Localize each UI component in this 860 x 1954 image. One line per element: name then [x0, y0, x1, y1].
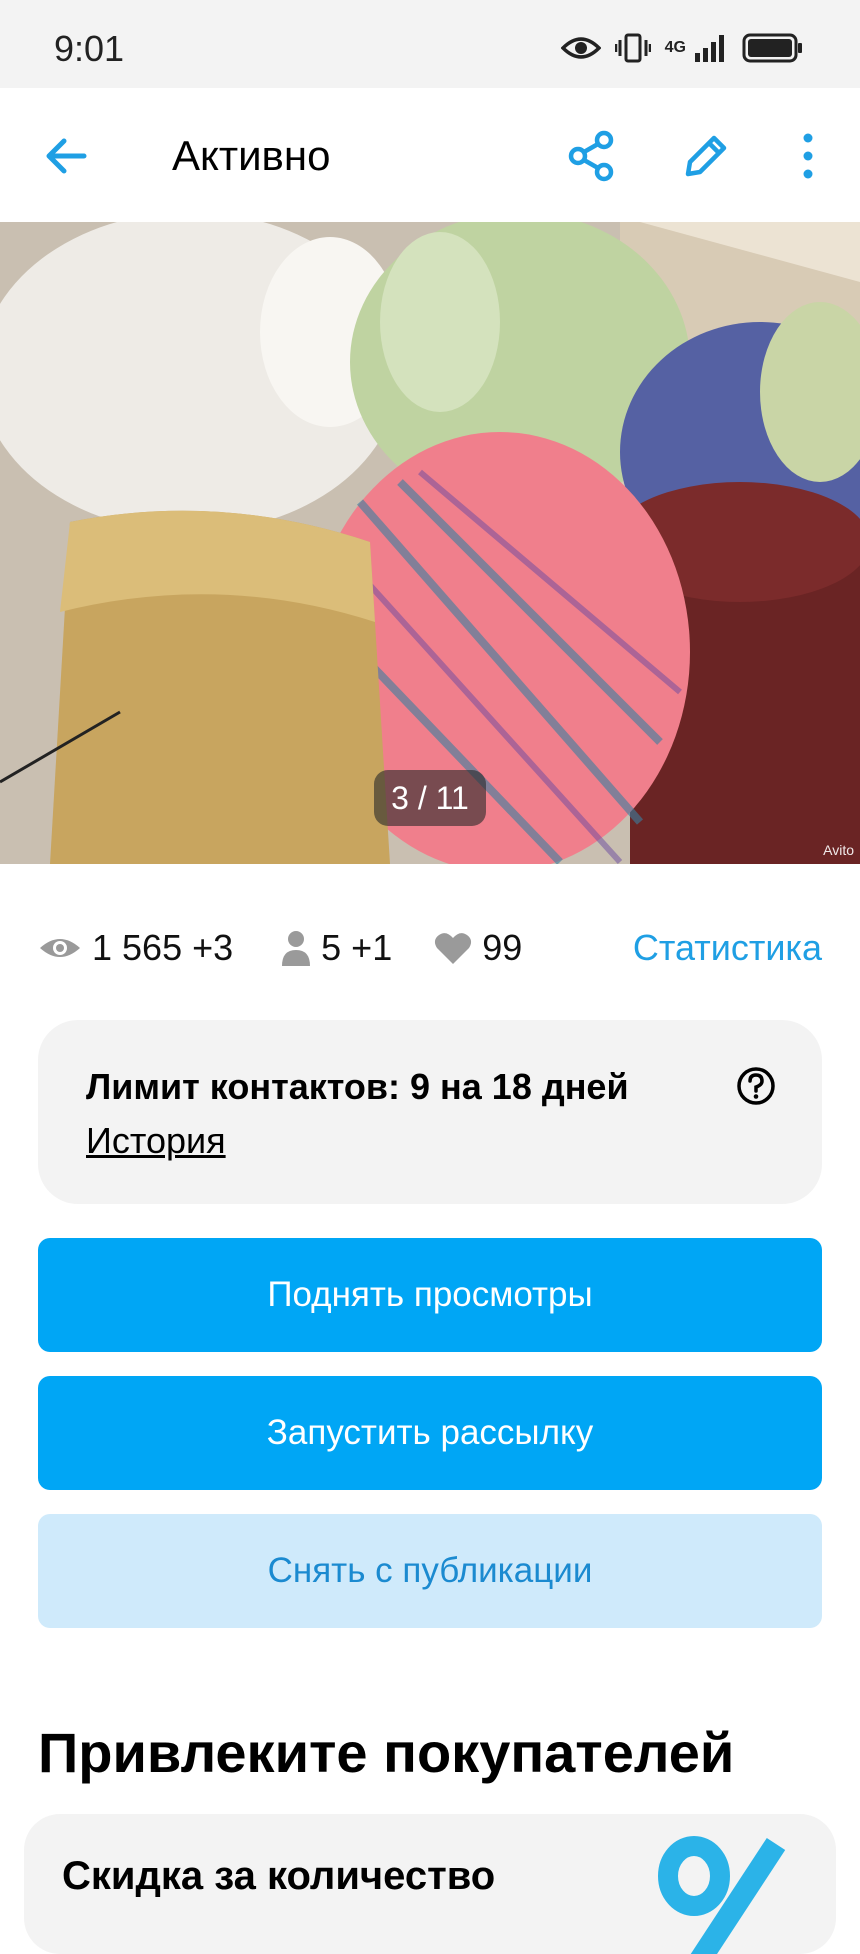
- eye-icon: [560, 37, 601, 59]
- help-question-icon[interactable]: [736, 1066, 776, 1106]
- network-type: 4G: [664, 39, 686, 56]
- contact-limit-card: Лимит контактов: 9 на 18 дней История: [38, 1020, 822, 1204]
- signal-icon: [695, 35, 724, 62]
- edit-pencil-icon[interactable]: [678, 128, 734, 184]
- status-bar: 9:01 4G: [0, 0, 860, 88]
- photo-gallery[interactable]: 3 / 11 Avito: [0, 222, 860, 864]
- share-icon[interactable]: [564, 128, 620, 184]
- heart-icon: [435, 933, 472, 964]
- more-vert-icon[interactable]: [780, 128, 836, 184]
- back-arrow-icon[interactable]: [38, 128, 94, 184]
- section-title: Привлеките покупателей: [38, 1721, 735, 1784]
- status-icons: 4G: [560, 28, 804, 68]
- views-stat: 1 565 +3: [38, 927, 233, 969]
- percent-icon: [658, 1836, 786, 1954]
- bulk-discount-card[interactable]: Скидка за количество: [24, 1814, 836, 1954]
- favorites-stat: 99: [434, 927, 522, 969]
- views-count: 1 565 +3: [92, 927, 234, 968]
- vibrate-icon: [614, 33, 651, 63]
- person-icon: [282, 931, 311, 966]
- status-time: 9:01: [54, 28, 125, 69]
- battery-icon: [742, 33, 802, 63]
- eye-icon: [40, 939, 80, 957]
- favorites-count: 99: [482, 927, 523, 968]
- bulk-discount-title: Скидка за количество: [62, 1854, 496, 1898]
- stats-row: 1 565 +3 5 +1 99 Статистика: [38, 920, 822, 976]
- contact-limit-title: Лимит контактов: 9 на 18 дней: [86, 1066, 629, 1107]
- page-title: Активно: [172, 132, 331, 179]
- watermark: Avito: [823, 842, 854, 858]
- statistics-link[interactable]: Статистика: [633, 927, 822, 969]
- photo-counter: 3 / 11: [374, 770, 486, 826]
- contacts-count: 5 +1: [321, 927, 393, 968]
- raise-views-button[interactable]: Поднять просмотры: [38, 1238, 822, 1352]
- start-mailing-button[interactable]: Запустить рассылку: [38, 1376, 822, 1490]
- contacts-stat: 5 +1: [281, 927, 392, 969]
- unpublish-button[interactable]: Снять с публикации: [38, 1514, 822, 1628]
- app-bar: Активно: [0, 88, 860, 222]
- yarn-photo: [0, 222, 860, 864]
- history-link[interactable]: История: [86, 1120, 226, 1162]
